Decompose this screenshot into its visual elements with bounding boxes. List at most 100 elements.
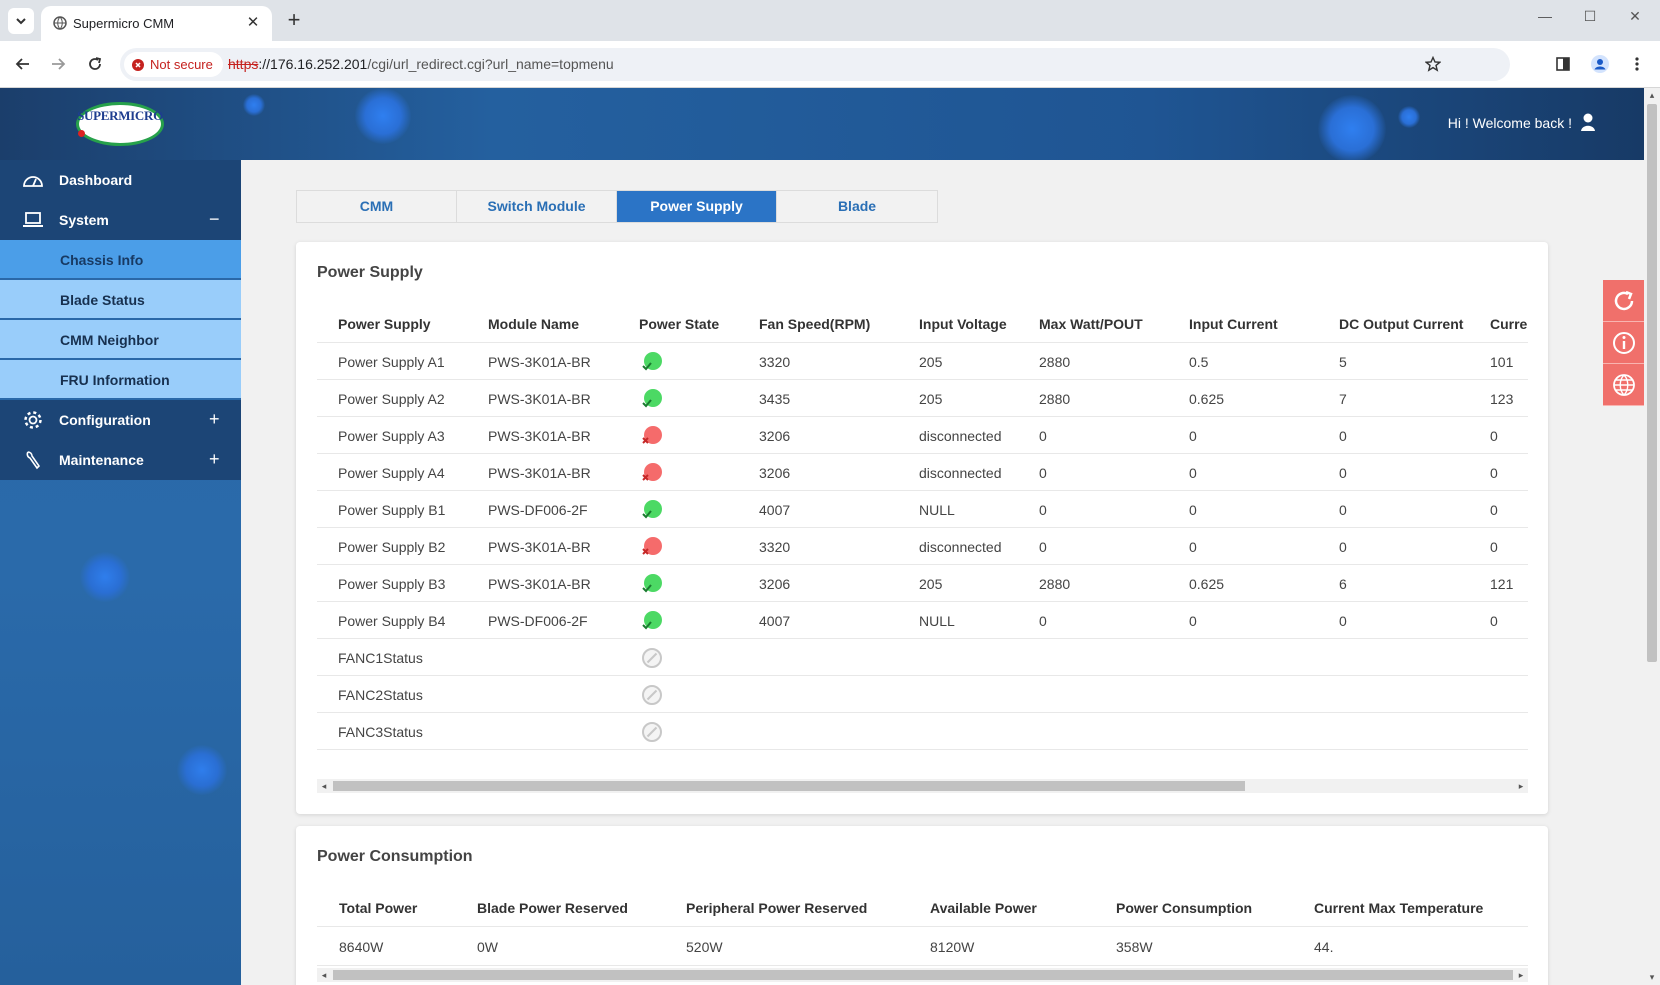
table-cell: 4007: [759, 502, 791, 518]
table-cell: 5: [1339, 354, 1347, 370]
scroll-left-icon[interactable]: ◂: [317, 779, 331, 793]
sidebar-item-fru-information[interactable]: FRU Information: [0, 360, 241, 399]
horizontal-scrollbar[interactable]: ◂ ▸: [317, 779, 1528, 793]
laptop-icon: [23, 212, 43, 227]
expand-icon[interactable]: +: [209, 449, 220, 470]
table-cell: 0.5: [1189, 354, 1209, 370]
tab-title: Supermicro CMM: [73, 16, 175, 31]
table-cell: 0: [1039, 428, 1047, 444]
sidebar-item-system[interactable]: System −: [0, 200, 241, 240]
app-header: SUPERMICRO Hi ! Welcome back !: [0, 88, 1644, 160]
table-cell: NULL: [919, 613, 955, 629]
table-cell: 0: [1490, 465, 1498, 481]
column-header: Power Supply: [338, 316, 431, 332]
sidebar-item-dashboard[interactable]: Dashboard: [0, 160, 241, 200]
user-icon[interactable]: [1580, 112, 1596, 135]
scroll-right-icon[interactable]: ▸: [1514, 968, 1528, 982]
table-cell: 2880: [1039, 391, 1071, 407]
table-cell: 3206: [759, 465, 791, 481]
table-cell: 0W: [477, 939, 498, 955]
table-cell: 3320: [759, 354, 791, 370]
power-consumption-title: Power Consumption: [317, 848, 473, 865]
table-cell: 123: [1490, 391, 1514, 407]
language-button[interactable]: [1603, 364, 1644, 406]
table-cell: 0: [1039, 502, 1047, 518]
refresh-icon: [1614, 290, 1633, 310]
sidebar-item-label: CMM Neighbor: [60, 332, 159, 348]
sidebar-item-label: Maintenance: [59, 452, 144, 468]
profile-icon[interactable]: [1587, 51, 1613, 77]
table-cell: 0: [1189, 539, 1197, 555]
table-row: FANC2Status: [317, 676, 1528, 713]
scroll-right-icon[interactable]: ▸: [1514, 779, 1528, 793]
scrollbar-thumb[interactable]: [333, 970, 1513, 980]
reload-button[interactable]: [81, 50, 109, 78]
table-cell: 0: [1189, 428, 1197, 444]
globe-icon: [1612, 373, 1635, 396]
sidebar-item-maintenance[interactable]: Maintenance +: [0, 440, 241, 480]
column-header: DC Output Current: [1339, 316, 1464, 332]
column-header: Total Power: [339, 900, 418, 916]
sidebar-item-cmm-neighbor[interactable]: CMM Neighbor: [0, 320, 241, 359]
new-tab-button[interactable]: +: [280, 7, 308, 35]
info-button[interactable]: [1603, 322, 1644, 364]
decor-bubble: [1398, 106, 1420, 128]
sidebar-item-label: FRU Information: [60, 372, 170, 388]
table-cell: PWS-3K01A-BR: [488, 354, 591, 370]
url-text: https://176.16.252.201/cgi/url_redirect.…: [228, 56, 614, 72]
security-indicator[interactable]: Not secure: [124, 52, 223, 77]
window-close-icon[interactable]: ✕: [1620, 8, 1650, 32]
dashboard-icon: [23, 176, 43, 187]
scrollbar-thumb[interactable]: [333, 781, 1245, 791]
side-panel-icon[interactable]: [1550, 51, 1576, 77]
tab-blade[interactable]: Blade: [777, 191, 937, 222]
status-ok-icon: [641, 499, 663, 521]
table-cell: 121: [1490, 576, 1514, 592]
table-header: Total Power Blade Power Reserved Periphe…: [317, 888, 1528, 927]
main-content: CMM Switch Module Power Supply Blade Pow…: [241, 160, 1644, 985]
tab-cmm[interactable]: CMM: [297, 191, 457, 222]
menu-icon[interactable]: [1624, 51, 1650, 77]
tab-switch-module[interactable]: Switch Module: [457, 191, 617, 222]
chevron-down-icon: [16, 18, 26, 25]
sidebar-item-chassis-info[interactable]: Chassis Info: [0, 240, 241, 279]
table-cell: 0: [1039, 613, 1047, 629]
refresh-button[interactable]: [1603, 280, 1644, 322]
tab-power-supply[interactable]: Power Supply: [617, 191, 777, 222]
horizontal-scrollbar[interactable]: ◂ ▸: [317, 968, 1528, 982]
column-header: Module Name: [488, 316, 580, 332]
table-cell: 0: [1189, 465, 1197, 481]
table-cell: 520W: [686, 939, 723, 955]
sidebar-item-configuration[interactable]: Configuration +: [0, 400, 241, 440]
table-cell: Power Supply A1: [338, 354, 445, 370]
security-label: Not secure: [150, 57, 213, 72]
wrench-icon: [26, 451, 41, 470]
address-bar[interactable]: Not secure https://176.16.252.201/cgi/ur…: [120, 48, 1510, 81]
table-cell: Power Supply B3: [338, 576, 446, 592]
tab-search-dropdown[interactable]: [8, 8, 34, 34]
status-na-icon: [641, 721, 663, 743]
collapse-icon[interactable]: −: [209, 209, 220, 230]
star-icon[interactable]: [1420, 51, 1446, 77]
power-supply-title: Power Supply: [317, 264, 423, 281]
maximize-icon[interactable]: ☐: [1575, 8, 1605, 32]
table-cell: FANC1Status: [338, 650, 423, 666]
forward-button[interactable]: [44, 50, 72, 78]
table-cell: 3206: [759, 576, 791, 592]
scroll-down-icon[interactable]: ▾: [1644, 972, 1660, 983]
scroll-up-icon[interactable]: ▴: [1644, 90, 1660, 101]
tab-close-icon[interactable]: ✕: [244, 13, 262, 31]
table-cell: 0: [1039, 539, 1047, 555]
power-consumption-card: Power Consumption Total Power Blade Powe…: [296, 826, 1548, 985]
browser-tab[interactable]: Supermicro CMM ✕: [41, 6, 272, 41]
scroll-left-icon[interactable]: ◂: [317, 968, 331, 982]
minimize-icon[interactable]: —: [1530, 8, 1560, 32]
sidebar-item-blade-status[interactable]: Blade Status: [0, 280, 241, 319]
status-ok-icon: [641, 610, 663, 632]
status-na-icon: [641, 647, 663, 669]
scrollbar-thumb[interactable]: [1647, 104, 1657, 662]
expand-icon[interactable]: +: [209, 409, 220, 430]
page-scrollbar[interactable]: ▴ ▾: [1644, 88, 1660, 985]
back-button[interactable]: [9, 50, 37, 78]
table-row: FANC3Status: [317, 713, 1528, 750]
